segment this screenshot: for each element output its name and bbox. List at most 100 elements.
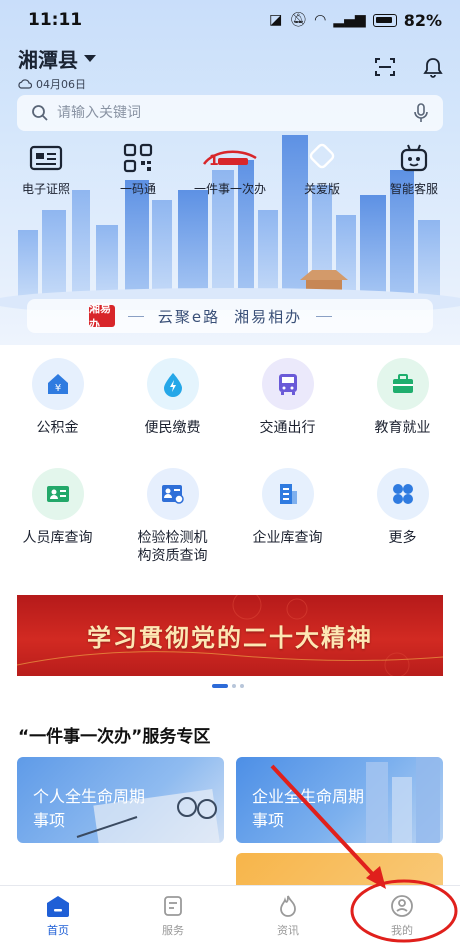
service-person-query[interactable]: 人员库查询: [0, 468, 115, 547]
news-icon: [280, 895, 296, 917]
scan-icon[interactable]: [374, 56, 396, 78]
quick-one-code[interactable]: 一码通: [98, 140, 178, 197]
battery-icon: [372, 13, 397, 27]
person-card-icon: [46, 486, 69, 502]
location-name: 湘潭县: [18, 48, 78, 72]
service-inspection-query[interactable]: 检验检测机 构资质查询: [115, 468, 230, 565]
slogan-right: 湘易相办: [234, 307, 303, 326]
search-bar[interactable]: [17, 95, 443, 131]
housing-fund-icon: ¥: [47, 374, 68, 394]
quick-label: 电子证照: [21, 182, 70, 196]
card-title-line: 企业全生命周期: [252, 787, 365, 806]
location-selector[interactable]: 湘潭县 04月06日: [18, 44, 96, 92]
tab-label: 我的: [391, 924, 413, 937]
status-time: 11:11: [28, 10, 83, 30]
top-actions: [374, 56, 444, 78]
profile-icon: [391, 895, 413, 917]
carousel-dot: [232, 684, 236, 688]
quick-actions: 电子证照 一码通 1 一件事一次办 关爱版 智能客服: [0, 140, 460, 202]
service-more[interactable]: 更多: [345, 468, 460, 547]
tab-label: 首页: [47, 924, 69, 937]
one-thing-logo-icon: 1: [202, 150, 257, 169]
card-title: 企业全生命周期 事项: [252, 785, 364, 833]
quick-label: 关爱版: [303, 182, 340, 196]
slogan-divider: [127, 315, 144, 317]
service-label: 公积金: [36, 420, 79, 436]
heart-icon: [309, 143, 335, 169]
robot-icon: [400, 144, 428, 172]
service-education[interactable]: 教育就业: [345, 358, 460, 437]
service-housing-fund[interactable]: ¥ 公积金: [0, 358, 115, 437]
more-grid-icon: [392, 484, 413, 504]
service-icon-bg: [146, 468, 199, 520]
bottom-tab-bar: 首页 服务 资讯 我的: [0, 885, 460, 948]
mute-icon: 🔕︎: [289, 12, 308, 28]
main-content: ¥ 公积金 便民缴费 交通出行 教育就业 人员库查询 检验检测机 构资质查询 企…: [0, 345, 460, 893]
id-card-icon: [29, 145, 63, 171]
nfc-icon: ◪: [269, 12, 283, 28]
svg-text:1: 1: [209, 153, 219, 169]
banner-title: 学习贯彻党的二十大精神: [87, 624, 373, 652]
service-transport[interactable]: 交通出行: [230, 358, 345, 437]
slogan-divider: [316, 315, 333, 317]
quick-one-thing[interactable]: 1 一件事一次办: [190, 140, 270, 197]
service-label: 交通出行: [259, 420, 316, 436]
bus-icon: [278, 374, 297, 395]
service-label: 更多: [388, 530, 417, 546]
carousel-dot: [240, 684, 244, 688]
service-label: 教育就业: [374, 420, 431, 436]
service-icon-bg: ¥: [31, 358, 84, 410]
svg-text:¥: ¥: [54, 383, 60, 394]
service-label: 人员库查询: [22, 530, 93, 546]
inspection-icon: [161, 485, 184, 504]
service-label-line: 构资质查询: [137, 548, 208, 564]
service-enterprise-query[interactable]: 企业库查询: [230, 468, 345, 547]
promo-banner[interactable]: 学习贯彻党的二十大精神: [17, 595, 443, 676]
date-text: 04月06日: [36, 78, 86, 91]
card-personal-lifecycle[interactable]: 个人全生命周期 事项: [17, 757, 224, 843]
card-enterprise-lifecycle[interactable]: 企业全生命周期 事项: [236, 757, 443, 843]
tab-label: 服务: [162, 924, 184, 937]
card-title: 个人全生命周期 事项: [33, 785, 145, 833]
app-logo: 湘易办: [89, 302, 115, 331]
card-title-line: 事项: [33, 811, 66, 830]
carousel-indicator: [212, 684, 244, 688]
service-icon-bg: [261, 358, 314, 410]
battery-level: 82%: [403, 10, 442, 30]
service-icon-bg: [261, 468, 314, 520]
service-label-line: 检验检测机: [137, 530, 208, 546]
tab-home[interactable]: 首页: [18, 894, 98, 938]
tab-profile[interactable]: 我的: [362, 894, 442, 938]
carousel-dot-active: [212, 684, 228, 688]
tab-label: 资讯: [277, 924, 299, 937]
chevron-down-icon: [84, 55, 96, 62]
service-payment[interactable]: 便民缴费: [115, 358, 230, 437]
wifi-icon: ◠: [314, 12, 327, 28]
service-icon-bg: [376, 358, 429, 410]
quick-care-version[interactable]: 关爱版: [282, 140, 362, 197]
tab-news[interactable]: 资讯: [248, 894, 328, 938]
service-icon-bg: [146, 358, 199, 410]
weather-cloud-icon: [18, 79, 32, 89]
quick-electronic-license[interactable]: 电子证照: [6, 140, 86, 197]
signal-icon: ▂▄▆: [333, 12, 366, 28]
service-icon-bg: [31, 468, 84, 520]
card-title-line: 事项: [252, 811, 285, 830]
service-icon: [164, 896, 182, 916]
bell-icon[interactable]: [422, 56, 444, 78]
microphone-icon[interactable]: [413, 103, 429, 123]
card-title-line: 个人全生命周期: [33, 787, 146, 806]
qr-code-icon: [123, 143, 153, 173]
tab-service[interactable]: 服务: [133, 894, 213, 938]
slogan-left: 云聚e路: [157, 307, 221, 326]
building-icon: [279, 484, 297, 504]
quick-label: 一件事一次办: [193, 182, 266, 196]
service-label: 企业库查询: [252, 530, 323, 546]
service-icon-bg: [376, 468, 429, 520]
status-bar: 11:11 ◪ 🔕︎ ◠ ▂▄▆ 82%: [0, 0, 460, 40]
service-label: 检验检测机 构资质查询: [138, 529, 208, 565]
search-input[interactable]: [57, 105, 413, 121]
quick-smart-service[interactable]: 智能客服: [374, 140, 454, 197]
slogan-bar: 湘易办 云聚e路 湘易相办: [27, 299, 433, 333]
home-icon: [47, 896, 69, 917]
